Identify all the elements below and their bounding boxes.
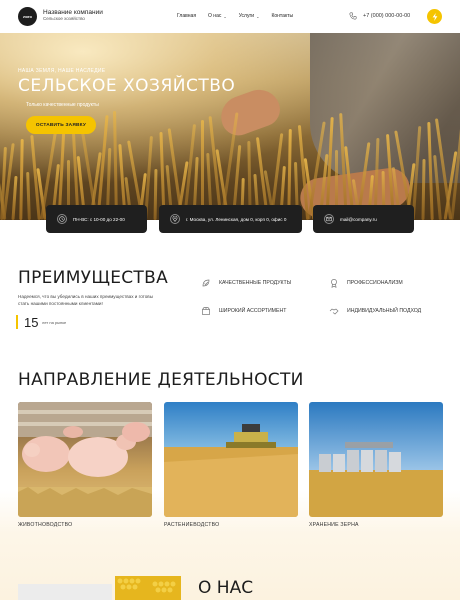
about-image-placeholder (18, 584, 112, 600)
wheat-stalk (112, 110, 118, 220)
feature-label: КАЧЕСТВЕННЫЕ ПРОДУКТЫ (219, 280, 292, 286)
grain-storage-card-image[interactable] (309, 402, 443, 517)
badge-icon (331, 279, 337, 288)
chevron-down-icon: ⌄ (256, 13, 260, 19)
hero-overline: НАША ЗЕМЛЯ, НАШЕ НАСЛЕДИЕ (18, 68, 106, 74)
nav-label: О нас (208, 13, 222, 19)
hero-title: СЕЛЬСКОЕ ХОЗЯЙСТВО (18, 76, 236, 96)
feature-label: ПРОФЕССИОНАЛИЗМ (347, 280, 403, 286)
wheat-stalk (421, 158, 426, 220)
directions-title: НАПРАВЛЕНИЕ ДЕЯТЕЛЬНОСТИ (18, 370, 304, 390)
hero-tagline: Только качественные продукты (26, 102, 99, 108)
livestock-card-image[interactable] (18, 402, 152, 517)
nav-label: Главная (177, 13, 197, 19)
mail-icon (324, 214, 334, 224)
location-pin-icon (170, 214, 180, 224)
wheat-stalk (19, 138, 24, 220)
accent-bar (16, 315, 18, 329)
handshake-icon (329, 308, 339, 315)
wheat-stalk (25, 171, 31, 220)
card-label-livestock[interactable]: ЖИВОТНОВОДСТВО (18, 522, 72, 528)
corn-image (115, 576, 181, 600)
main-nav: Главная О нас ⌄ Услуги ⌄ Контакты (177, 13, 305, 19)
card-label-crops[interactable]: РАСТЕНИЕВОДСТВО (164, 522, 219, 528)
hero-person-shirt (310, 33, 460, 183)
nav-label: Контакты (271, 13, 294, 19)
years-label: лет на рынке (42, 320, 67, 325)
info-card-email[interactable]: mail@company.ru (313, 205, 414, 233)
lightning-icon (432, 12, 437, 21)
wheat-stalk (153, 168, 158, 220)
logo[interactable]: лого (18, 7, 37, 26)
wheat-stalk (11, 175, 18, 220)
company-block: Название компании Сельское хозяйство (43, 9, 103, 22)
harvester-field-illustration (164, 402, 298, 517)
chevron-down-icon: ⌄ (223, 13, 227, 19)
phone-link[interactable]: +7 (000) 000-00-00 (349, 12, 410, 20)
phone-number: +7 (000) 000-00-00 (363, 13, 411, 19)
feature-quality: КАЧЕСТВЕННЫЕ ПРОДУКТЫ (201, 278, 291, 288)
leaf-check-icon (202, 279, 210, 287)
clock-icon (57, 214, 67, 224)
feature-professionalism: ПРОФЕССИОНАЛИЗМ (329, 278, 403, 288)
info-address-text: г. Москва, ул. Ленинская, дом 0, корп 0,… (186, 216, 287, 222)
feature-assortment: ШИРОКИЙ АССОРТИМЕНТ (201, 306, 286, 316)
years-number: 15 (24, 315, 39, 330)
silos-illustration (309, 402, 443, 517)
callback-button[interactable] (427, 9, 442, 24)
advantages-title: ПРЕИМУЩЕСТВА (18, 268, 169, 288)
logo-text: лого (23, 14, 32, 19)
info-hours-text: ПН-ВС: с 10-00 до 22-00 (73, 216, 125, 222)
request-button[interactable]: ОСТАВИТЬ ЗАЯВКУ (26, 116, 96, 134)
nav-label: Услуги (238, 13, 255, 19)
box-icon (202, 307, 210, 315)
feature-individual: ИНДИВИДУАЛЬНЫЙ ПОДХОД (329, 306, 421, 316)
nav-item-home[interactable]: Главная (177, 13, 196, 19)
nav-item-contacts[interactable]: Контакты (271, 13, 293, 19)
card-label-grain[interactable]: ХРАНЕНИЕ ЗЕРНА (309, 522, 359, 528)
site-header: лого Название компании Сельское хозяйств… (0, 0, 460, 33)
info-card-hours: ПН-ВС: с 10-00 до 22-00 (46, 205, 147, 233)
info-email-text: mail@company.ru (340, 216, 377, 222)
company-subtitle: Сельское хозяйство (43, 16, 85, 22)
nav-item-services[interactable]: Услуги ⌄ (239, 13, 260, 19)
feature-label: ШИРОКИЙ АССОРТИМЕНТ (219, 308, 287, 314)
hero-text: НАША ЗЕМЛЯ, НАШЕ НАСЛЕДИЕ СЕЛЬСКОЕ ХОЗЯЙ… (18, 68, 235, 108)
feature-label: ИНДИВИДУАЛЬНЫЙ ПОДХОД (347, 308, 422, 314)
phone-icon (349, 12, 357, 20)
crops-card-image[interactable] (164, 402, 298, 517)
about-title: О НАС (198, 578, 254, 598)
advantages-description: Надеемся, что вы убедились в наших преим… (18, 294, 154, 306)
nav-item-about[interactable]: О нас ⌄ (208, 13, 227, 19)
info-card-address: г. Москва, ул. Ленинская, дом 0, корп 0,… (159, 205, 302, 233)
pigs-illustration (18, 402, 152, 517)
